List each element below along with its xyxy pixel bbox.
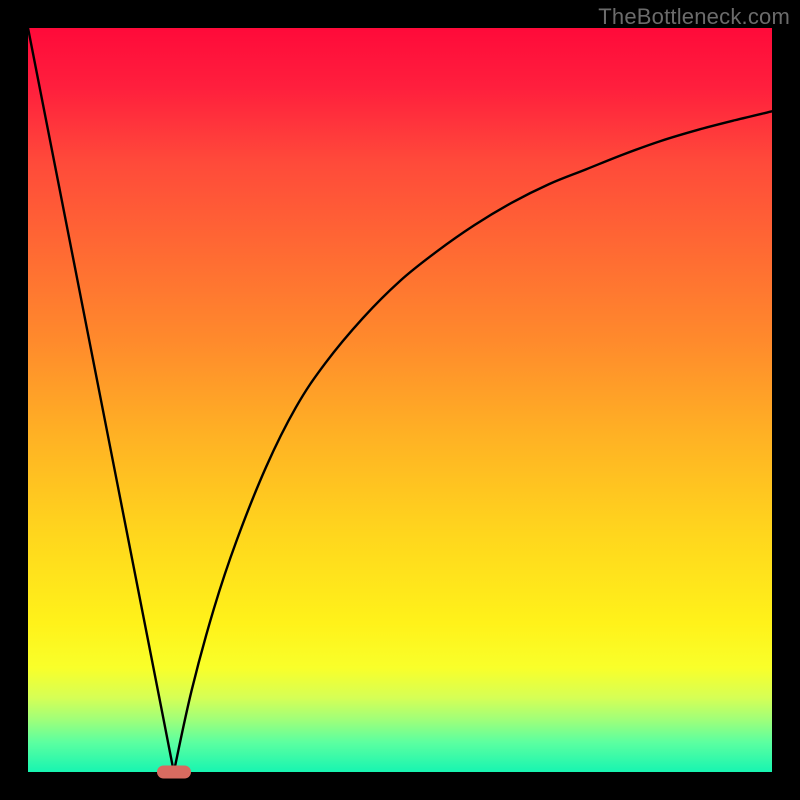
minimum-marker [157, 766, 191, 779]
curve-right-branch [174, 111, 772, 772]
chart-frame: TheBottleneck.com [0, 0, 800, 800]
plot-area [28, 28, 772, 772]
watermark-text: TheBottleneck.com [598, 4, 790, 30]
bottleneck-curve [28, 28, 772, 772]
curve-left-branch [28, 28, 174, 772]
